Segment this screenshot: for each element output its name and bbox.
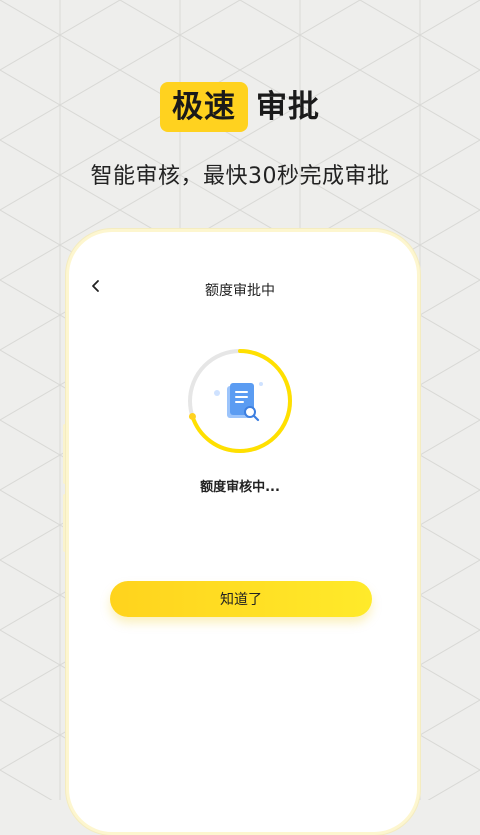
nav-bar: 额度审批中 — [70, 274, 414, 304]
progress-dot — [188, 412, 196, 420]
page-title: 额度审批中 — [205, 283, 275, 299]
confirm-button[interactable]: 知道了 — [110, 581, 372, 617]
document-search-icon — [214, 382, 263, 422]
phone-frame — [66, 229, 420, 835]
promo-badge: 极速 — [160, 82, 248, 132]
promo-headline: 极速 审批 — [0, 82, 480, 134]
promo-headline-text: 审批 — [256, 89, 320, 125]
status-text: 额度审核中... — [200, 480, 280, 495]
progress-ring — [188, 349, 292, 453]
promo-subtitle: 智能审核，最快30秒完成审批 — [90, 164, 390, 189]
